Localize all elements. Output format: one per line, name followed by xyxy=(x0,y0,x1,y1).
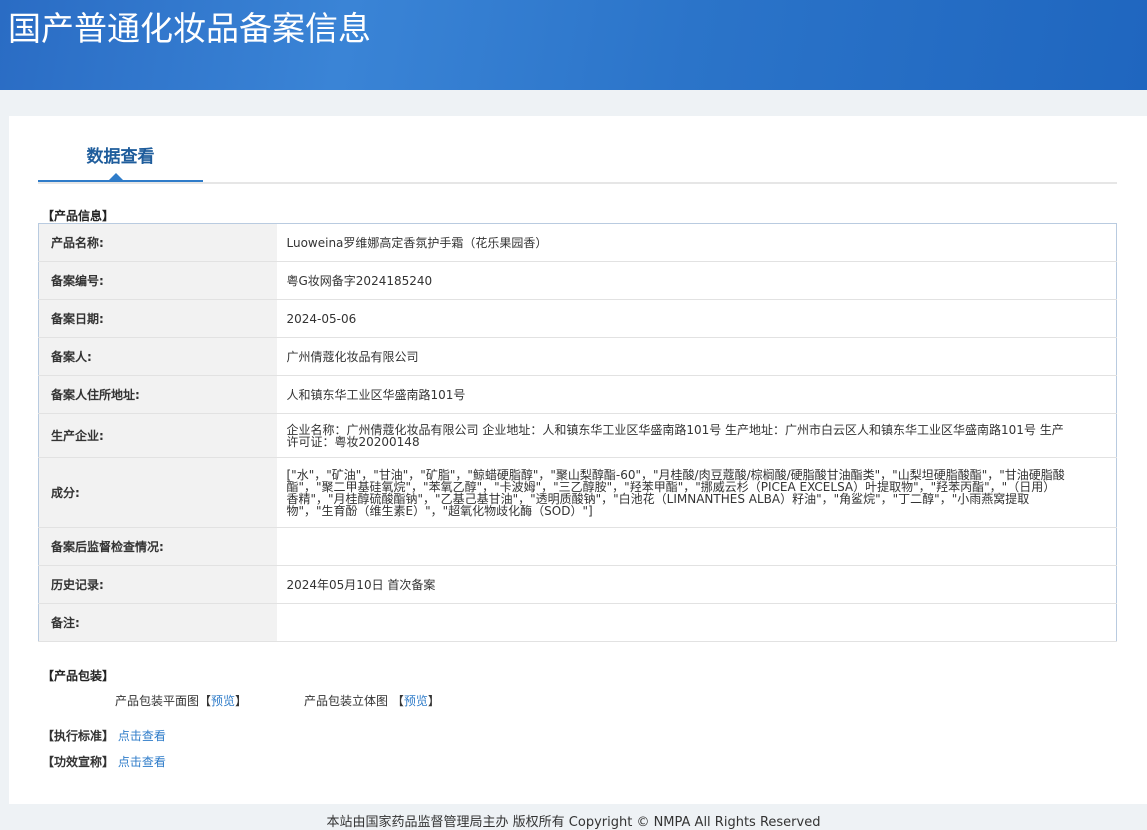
product-info-table: 产品名称: Luoweina罗维娜高定香氛护手霜（花乐果园香） 备案编号: 粤G妆网备… xyxy=(38,223,1117,642)
claims-link[interactable]: 点击查看 xyxy=(118,755,166,769)
info-value: 2024-05-06 xyxy=(276,299,1117,338)
info-row: 生产企业: 企业名称：广州倩蔻化妆品有限公司 企业地址：人和镇东华工业区华盛南路1… xyxy=(38,413,1117,458)
packaging-flat-preview-link[interactable]: 预览 xyxy=(211,694,235,708)
footer-copyright: 本站由国家药品监督管理局主办 版权所有 Copyright © NMPA All… xyxy=(326,815,821,830)
info-row: 备案后监督检查情况: xyxy=(38,527,1117,566)
claims-label: 【功效宣称】 xyxy=(42,755,115,769)
info-label: 备案编号: xyxy=(38,261,277,300)
info-row: 备案人住所地址: 人和镇东华工业区华盛南路101号 xyxy=(38,375,1117,414)
info-label: 备案日期: xyxy=(38,299,277,338)
info-value: 粤G妆网备字2024185240 xyxy=(276,261,1117,300)
info-label: 成分: xyxy=(38,457,277,528)
packaging-solid: 产品包装立体图 【预览】 xyxy=(304,692,440,709)
info-label: 产品名称: xyxy=(38,223,277,262)
claims-row: 【功效宣称】 点击查看 xyxy=(42,753,166,770)
product-info-label: 【产品信息】 xyxy=(42,209,115,223)
tab-active-underline xyxy=(38,180,203,182)
packaging-solid-label: 产品包装立体图 【 xyxy=(304,694,404,708)
standard-link[interactable]: 点击查看 xyxy=(118,729,166,743)
info-value: 企业名称：广州倩蔻化妆品有限公司 企业地址：人和镇东华工业区华盛南路101号 生… xyxy=(276,413,1117,458)
info-label: 备案后监督检查情况: xyxy=(38,527,277,566)
info-value: ["水"，"矿油"，"甘油"，"矿脂"，"鲸蜡硬脂醇"，"聚山梨醇酯-60"，"… xyxy=(276,457,1117,528)
info-row: 备案编号: 粤G妆网备字2024185240 xyxy=(38,261,1117,300)
info-row: 备案人: 广州倩蔻化妆品有限公司 xyxy=(38,337,1117,376)
packaging-label: 【产品包装】 xyxy=(42,669,115,683)
tab-indicator-triangle xyxy=(109,173,123,180)
info-value: 广州倩蔻化妆品有限公司 xyxy=(276,337,1117,376)
bracket: 】 xyxy=(235,694,248,708)
info-value: 人和镇东华工业区华盛南路101号 xyxy=(276,375,1117,414)
page-title: 国产普通化妆品备案信息 xyxy=(8,9,371,48)
info-label: 生产企业: xyxy=(38,413,277,458)
standard-row: 【执行标准】 点击查看 xyxy=(42,727,166,744)
info-row: 成分: ["水"，"矿油"，"甘油"，"矿脂"，"鲸蜡硬脂醇"，"聚山梨醇酯-60… xyxy=(38,457,1117,528)
packaging-flat-label: 产品包装平面图【 xyxy=(115,694,212,708)
info-row: 历史记录: 2024年05月10日 首次备案 xyxy=(38,565,1117,604)
info-value xyxy=(276,527,1117,566)
info-label: 备案人住所地址: xyxy=(38,375,277,414)
header-banner: 国产普通化妆品备案信息 xyxy=(0,0,1147,90)
packaging-flat: 产品包装平面图【预览】 xyxy=(115,692,247,709)
packaging-solid-preview-link[interactable]: 预览 xyxy=(404,694,428,708)
tab-data-view[interactable]: 数据查看 xyxy=(38,142,203,167)
content-card: 数据查看 【产品信息】 产品名称: Luoweina罗维娜高定香氛护手霜（花乐果园… xyxy=(9,116,1147,804)
info-label: 备案人: xyxy=(38,337,277,376)
info-row: 备案日期: 2024-05-06 xyxy=(38,299,1117,338)
info-label: 历史记录: xyxy=(38,565,277,604)
info-row: 备注: xyxy=(38,603,1117,642)
info-row: 产品名称: Luoweina罗维娜高定香氛护手霜（花乐果园香） xyxy=(38,223,1117,262)
info-value xyxy=(276,603,1117,642)
info-value: Luoweina罗维娜高定香氛护手霜（花乐果园香） xyxy=(276,223,1117,262)
tab-bar-divider xyxy=(38,182,1117,184)
bracket: 】 xyxy=(427,694,440,708)
info-value: 2024年05月10日 首次备案 xyxy=(276,565,1117,604)
info-label: 备注: xyxy=(38,603,277,642)
standard-label: 【执行标准】 xyxy=(42,729,115,743)
